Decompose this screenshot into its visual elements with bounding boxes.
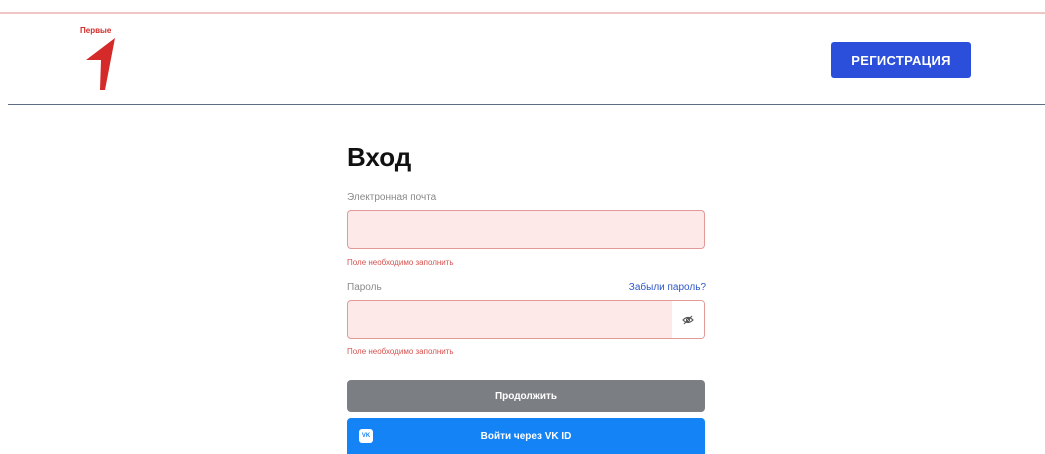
- password-visibility-toggle[interactable]: [672, 301, 704, 338]
- logo[interactable]: Первые: [80, 24, 130, 94]
- header-divider: [8, 104, 1045, 105]
- page-title: Вход: [347, 142, 412, 172]
- logo-text: Первые: [80, 26, 112, 35]
- password-label: Пароль: [347, 282, 382, 293]
- email-field[interactable]: [347, 210, 705, 249]
- vk-login-label: Войти через VK ID: [480, 430, 572, 442]
- email-label: Электронная почта: [347, 192, 437, 203]
- email-error: Поле необходимо заполнить: [347, 258, 454, 267]
- eye-off-icon: [682, 315, 694, 324]
- top-border: [0, 12, 1045, 14]
- vk-login-button[interactable]: VK Войти через VK ID: [347, 418, 705, 454]
- forgot-password-link[interactable]: Забыли пароль?: [629, 282, 706, 293]
- logo-mark-icon: [86, 38, 115, 90]
- password-error: Поле необходимо заполнить: [347, 347, 454, 356]
- continue-button[interactable]: Продолжить: [347, 380, 705, 412]
- register-button[interactable]: РЕГИСТРАЦИЯ: [831, 42, 971, 78]
- password-field[interactable]: [347, 300, 705, 339]
- vk-icon: VK: [359, 429, 373, 443]
